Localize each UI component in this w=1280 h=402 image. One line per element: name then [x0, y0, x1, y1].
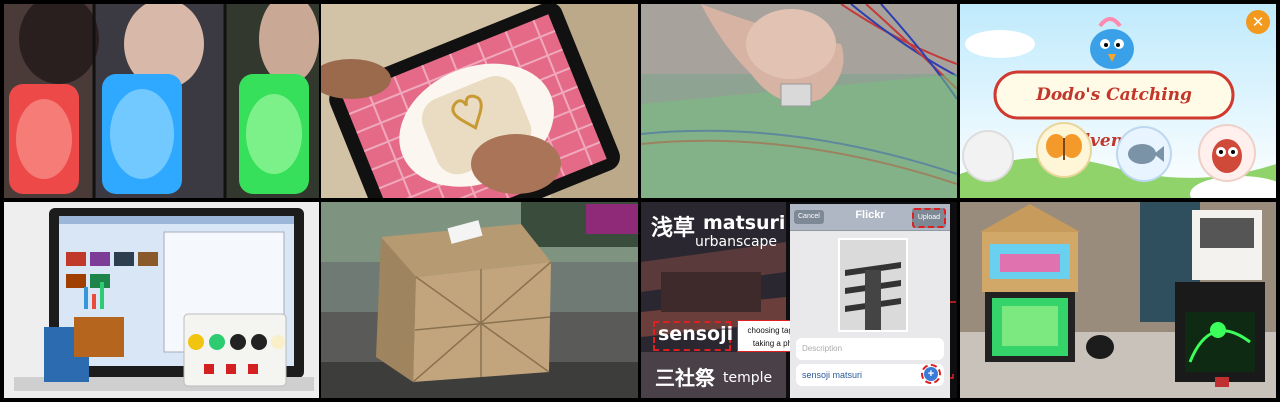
close-icon: ✕ — [1251, 13, 1265, 31]
butterfly-icon — [1046, 134, 1082, 160]
character-hedgehog[interactable] — [964, 132, 1012, 180]
upload-label: Upload — [917, 214, 940, 221]
glowing-houses-photo — [960, 202, 1276, 398]
fish-icon — [1128, 144, 1164, 164]
add-tag-button[interactable]: + — [921, 364, 941, 384]
owl-icon — [1212, 139, 1242, 173]
close-button[interactable]: ✕ — [1246, 10, 1270, 34]
tile-finger-sensor — [641, 4, 957, 198]
tile-laptop-buttons — [4, 202, 319, 398]
glowing-cups-photo — [4, 4, 319, 198]
finger-sensor-photo — [641, 4, 957, 198]
tile-glowing-cups — [4, 4, 319, 198]
tile-dodo-game: Dodo's Catching Adventure ✕ — [960, 4, 1276, 198]
tile-tablet-toast — [321, 4, 638, 198]
photo-collage: Dodo's Catching Adventure ✕ 浅草 matsuri u… — [0, 0, 1280, 402]
tile-glowing-houses — [960, 202, 1276, 398]
game-title: Dodo's Catching Adventure — [1036, 85, 1192, 151]
description-field[interactable]: Description — [796, 338, 944, 360]
upload-button[interactable]: Upload — [911, 208, 946, 228]
tag-field-value: sensoji matsuri — [802, 370, 863, 380]
wrapped-box-photo — [321, 202, 638, 398]
character-owl[interactable] — [1200, 126, 1254, 180]
laptop-buttons-photo — [4, 202, 319, 398]
photo-preview — [838, 238, 908, 332]
tag-field[interactable]: sensoji matsuri + — [796, 364, 944, 386]
character-butterfly[interactable] — [1038, 124, 1090, 176]
tile-wrapped-box — [321, 202, 638, 398]
plus-icon: + — [927, 368, 935, 380]
pagoda-thumbnail — [840, 240, 906, 330]
character-fish[interactable] — [1118, 128, 1170, 180]
phone-screen: Cancel Flickr Upload Description sensoji… — [790, 204, 950, 398]
tablet-toast-photo — [321, 4, 638, 198]
phone-nav-bar: Cancel Flickr Upload — [790, 204, 950, 231]
tile-photo-tagging: 浅草 matsuri urbanscape sensoji 三社祭 temple… — [641, 202, 957, 398]
